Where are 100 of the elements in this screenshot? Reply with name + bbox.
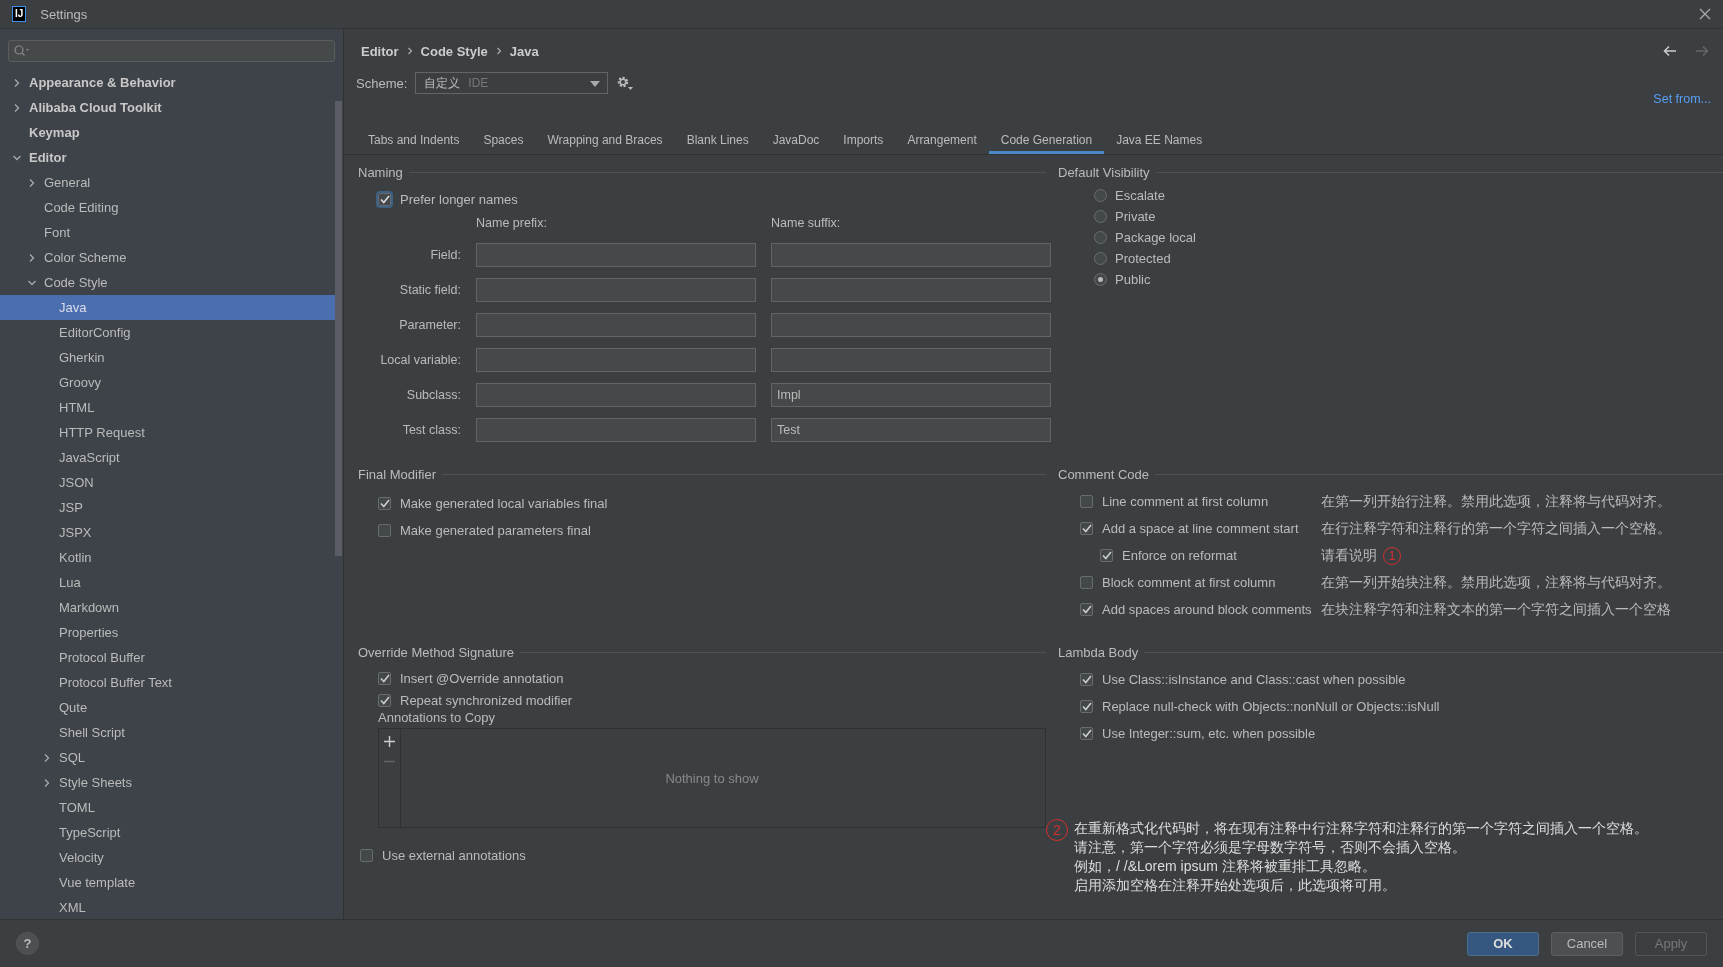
tree-item[interactable]: Protocol Buffer [0, 645, 335, 670]
checkbox[interactable] [378, 192, 391, 206]
tree-item[interactable]: Kotlin [0, 545, 335, 570]
suffix-input[interactable]: Test [771, 418, 1051, 442]
checkbox[interactable] [378, 693, 391, 707]
tree-item[interactable]: Code Editing [0, 195, 335, 220]
suffix-input[interactable] [771, 348, 1051, 372]
tab[interactable]: JavaDoc [760, 129, 832, 154]
tree-item[interactable]: XML [0, 895, 335, 919]
chevron-icon[interactable] [27, 252, 37, 263]
search-field[interactable] [8, 40, 335, 62]
checkbox-label: Line comment at first column [1102, 494, 1269, 509]
chevron-icon[interactable] [27, 177, 37, 188]
prefix-input[interactable] [476, 383, 756, 407]
tab[interactable]: Java EE Names [1104, 129, 1215, 154]
set-from-link[interactable]: Set from... [1653, 92, 1711, 108]
checkbox[interactable] [1080, 603, 1093, 616]
tree-item[interactable]: JavaScript [0, 445, 335, 470]
scrollbar[interactable] [335, 101, 342, 556]
tree-item[interactable]: JSON [0, 470, 335, 495]
annotations-list[interactable]: Nothing to show [378, 728, 1046, 828]
tree-item[interactable]: Vue template [0, 870, 335, 895]
prefix-input[interactable] [476, 418, 756, 442]
breadcrumb-item[interactable]: Java [509, 43, 539, 59]
tab[interactable]: Code Generation [988, 129, 1105, 154]
scheme-label: Scheme: [356, 75, 408, 91]
tab[interactable]: Wrapping and Braces [535, 129, 675, 154]
dialog-button[interactable]: OK [1467, 931, 1539, 956]
tree-item[interactable]: Properties [0, 620, 335, 645]
checkbox[interactable] [378, 671, 391, 685]
close-icon[interactable] [1699, 8, 1711, 20]
radio-button[interactable] [1094, 231, 1107, 244]
breadcrumb-item[interactable]: Code Style [420, 43, 488, 59]
tree-item[interactable]: Keymap [0, 120, 335, 145]
tree-item[interactable]: Font [0, 220, 335, 245]
checkbox[interactable] [1080, 522, 1093, 535]
tree-item[interactable]: HTML [0, 395, 335, 420]
radio-button[interactable] [1094, 189, 1107, 202]
prefix-input[interactable] [476, 348, 756, 372]
suffix-input[interactable] [771, 243, 1051, 267]
gear-icon[interactable] [616, 75, 635, 91]
tree-item[interactable]: Markdown [0, 595, 335, 620]
tree-item[interactable]: Alibaba Cloud Toolkit [0, 95, 335, 120]
prefix-input[interactable] [476, 313, 756, 337]
prefix-input[interactable] [476, 243, 756, 267]
checkbox[interactable] [1080, 495, 1093, 508]
checkbox[interactable] [1080, 673, 1093, 686]
help-button[interactable]: ? [16, 932, 39, 955]
tree-item[interactable]: Shell Script [0, 720, 335, 745]
tree-item[interactable]: Qute [0, 695, 335, 720]
tree-item[interactable]: Lua [0, 570, 335, 595]
tab[interactable]: Arrangement [895, 129, 989, 154]
tab[interactable]: Spaces [471, 129, 536, 154]
tab[interactable]: Imports [831, 129, 896, 154]
suffix-input[interactable]: Impl [771, 383, 1051, 407]
checkbox[interactable] [1080, 727, 1093, 740]
chevron-icon[interactable] [12, 77, 22, 88]
checkbox[interactable] [378, 524, 391, 537]
chevron-icon[interactable] [42, 752, 52, 763]
radio-label: Package local [1115, 230, 1196, 245]
radio-button[interactable] [1094, 210, 1107, 223]
radio-button[interactable] [1094, 252, 1107, 265]
scheme-dropdown[interactable]: 自定义 IDE [415, 72, 609, 94]
tree-item[interactable]: JSPX [0, 520, 335, 545]
dropdown-caret-icon[interactable] [590, 81, 601, 87]
tree-item[interactable]: Java [0, 295, 335, 320]
tree-item[interactable]: Color Scheme [0, 245, 335, 270]
tree-item[interactable]: Editor [0, 145, 335, 170]
tree-item[interactable]: HTTP Request [0, 420, 335, 445]
tree-item[interactable]: Groovy [0, 370, 335, 395]
tab[interactable]: Tabs and Indents [356, 129, 472, 154]
suffix-input[interactable] [771, 313, 1051, 337]
breadcrumb-item[interactable]: Editor [361, 43, 399, 59]
tree-item[interactable]: TOML [0, 795, 335, 820]
checkbox[interactable] [1080, 576, 1093, 589]
tree-item[interactable]: Gherkin [0, 345, 335, 370]
checkbox[interactable] [1080, 700, 1093, 713]
checkbox[interactable] [360, 848, 373, 862]
tree-item[interactable]: Appearance & Behavior [0, 70, 335, 95]
tree-item[interactable]: Code Style [0, 270, 335, 295]
dialog-button[interactable]: Cancel [1551, 931, 1623, 956]
radio-button[interactable] [1094, 273, 1107, 286]
tab[interactable]: Blank Lines [674, 129, 761, 154]
tree-item[interactable]: Style Sheets [0, 770, 335, 795]
checkbox[interactable] [1100, 549, 1113, 562]
tree-item[interactable]: JSP [0, 495, 335, 520]
tree-item[interactable]: Velocity [0, 845, 335, 870]
tree-item[interactable]: SQL [0, 745, 335, 770]
prefix-input[interactable] [476, 278, 756, 302]
tree-item[interactable]: General [0, 170, 335, 195]
tree-item[interactable]: TypeScript [0, 820, 335, 845]
list-label: Annotations to Copy [377, 710, 497, 727]
checkbox[interactable] [378, 497, 391, 510]
back-arrow-icon[interactable] [1663, 45, 1677, 57]
chevron-icon[interactable] [42, 777, 52, 788]
add-icon[interactable] [384, 736, 395, 747]
chevron-icon[interactable] [12, 102, 22, 113]
tree-item[interactable]: EditorConfig [0, 320, 335, 345]
suffix-input[interactable] [771, 278, 1051, 302]
tree-item[interactable]: Protocol Buffer Text [0, 670, 335, 695]
